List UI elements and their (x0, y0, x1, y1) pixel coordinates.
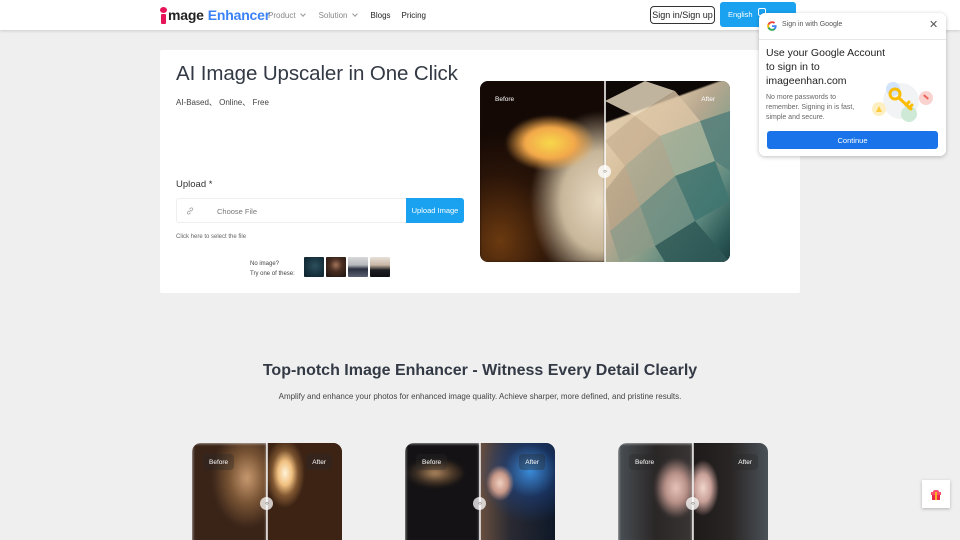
sample-images (304, 257, 390, 277)
google-continue-button[interactable]: Continue (767, 131, 938, 149)
nav-pricing-label: Pricing (401, 10, 426, 20)
upload-hint: Click here to select the file (176, 234, 247, 240)
before-label: Before (416, 454, 448, 470)
sample-image-3[interactable] (348, 257, 368, 277)
link-icon (186, 207, 194, 215)
google-signin-popup: Sign in with Google ✕ Use your Google Ac… (759, 13, 946, 156)
main-nav: Product Solution Blogs Pricing (268, 0, 437, 30)
popup-divider (759, 39, 946, 40)
after-label: After (732, 454, 758, 470)
after-label: After (701, 96, 715, 103)
logo-i-mark (160, 6, 167, 24)
close-icon[interactable]: ✕ (929, 18, 938, 31)
google-popup-header: Sign in with Google (782, 21, 843, 28)
compare-drag-handle[interactable]: ‹ › (473, 497, 486, 510)
before-label: Before (495, 96, 515, 103)
before-label: Before (203, 454, 235, 470)
gift-icon (931, 489, 941, 500)
before-after-compare[interactable]: ‹ › Before After (480, 81, 730, 262)
page-title: AI Image Upscaler in One Click (176, 62, 458, 85)
no-image-line2: Try one of these: (250, 270, 295, 277)
example-card-woman-bokeh[interactable]: ‹ › Before After (405, 443, 555, 540)
google-popup-body: No more passwords to remember. Signing i… (766, 94, 855, 121)
compare-divider[interactable] (266, 443, 268, 540)
file-input[interactable]: Choose File (176, 198, 406, 223)
nav-solution-label: Solution (318, 10, 348, 20)
logo[interactable]: mage Enhancer (160, 5, 270, 25)
compare-divider[interactable] (479, 443, 481, 540)
no-image-line1: No image? (250, 261, 280, 267)
hero-tags: AI-Based、 Online、 Free (176, 98, 269, 107)
after-label: After (306, 454, 332, 470)
after-image (605, 81, 730, 262)
sample-image-4[interactable] (370, 257, 390, 277)
upload-row: Choose File Upload Image (176, 198, 464, 223)
section-title: Top-notch Image Enhancer - Witness Every… (262, 362, 698, 379)
signin-button[interactable]: Sign in/Sign up (650, 6, 715, 24)
nav-solution[interactable]: Solution (318, 10, 358, 20)
nav-blogs-label: Blogs (370, 10, 391, 20)
example-card-woman-hair[interactable]: ‹ › Before After (618, 443, 768, 540)
compare-drag-handle[interactable]: ‹ › (260, 497, 273, 510)
hero-card: AI Image Upscaler in One Click AI-Based、… (160, 50, 800, 293)
gift-button[interactable] (922, 480, 950, 508)
google-logo-icon (767, 21, 777, 31)
logo-accent-text: Enhancer (207, 7, 270, 23)
file-placeholder: Choose File (217, 207, 258, 216)
nav-product-label: Product (268, 10, 296, 20)
before-image (480, 81, 605, 262)
sample-image-2[interactable] (326, 257, 346, 277)
section-subtitle: Amplify and enhance your photos for enha… (278, 392, 682, 401)
chevron-down-icon (299, 10, 306, 17)
nav-product[interactable]: Product (268, 10, 306, 20)
no-image-prompt: No image? Try one of these: (250, 260, 295, 279)
compare-drag-handle[interactable]: ‹ › (598, 165, 611, 178)
lowpoly-facets (605, 81, 730, 262)
example-card-bedroom[interactable]: ‹ › Before After (192, 443, 342, 540)
sample-image-1[interactable] (304, 257, 324, 277)
upload-image-button[interactable]: Upload Image (406, 198, 464, 223)
key-illustration-icon (872, 82, 933, 122)
after-label: After (519, 454, 545, 470)
upload-label: Upload * (176, 179, 213, 190)
before-label: Before (629, 454, 661, 470)
nav-blogs[interactable]: Blogs (371, 11, 391, 20)
compare-drag-handle[interactable]: ‹ › (686, 497, 699, 510)
language-label: English (728, 10, 753, 19)
nav-pricing[interactable]: Pricing (402, 11, 426, 20)
logo-text: mage (168, 7, 204, 23)
compare-divider[interactable] (692, 443, 694, 540)
chevron-down-icon (351, 10, 358, 17)
